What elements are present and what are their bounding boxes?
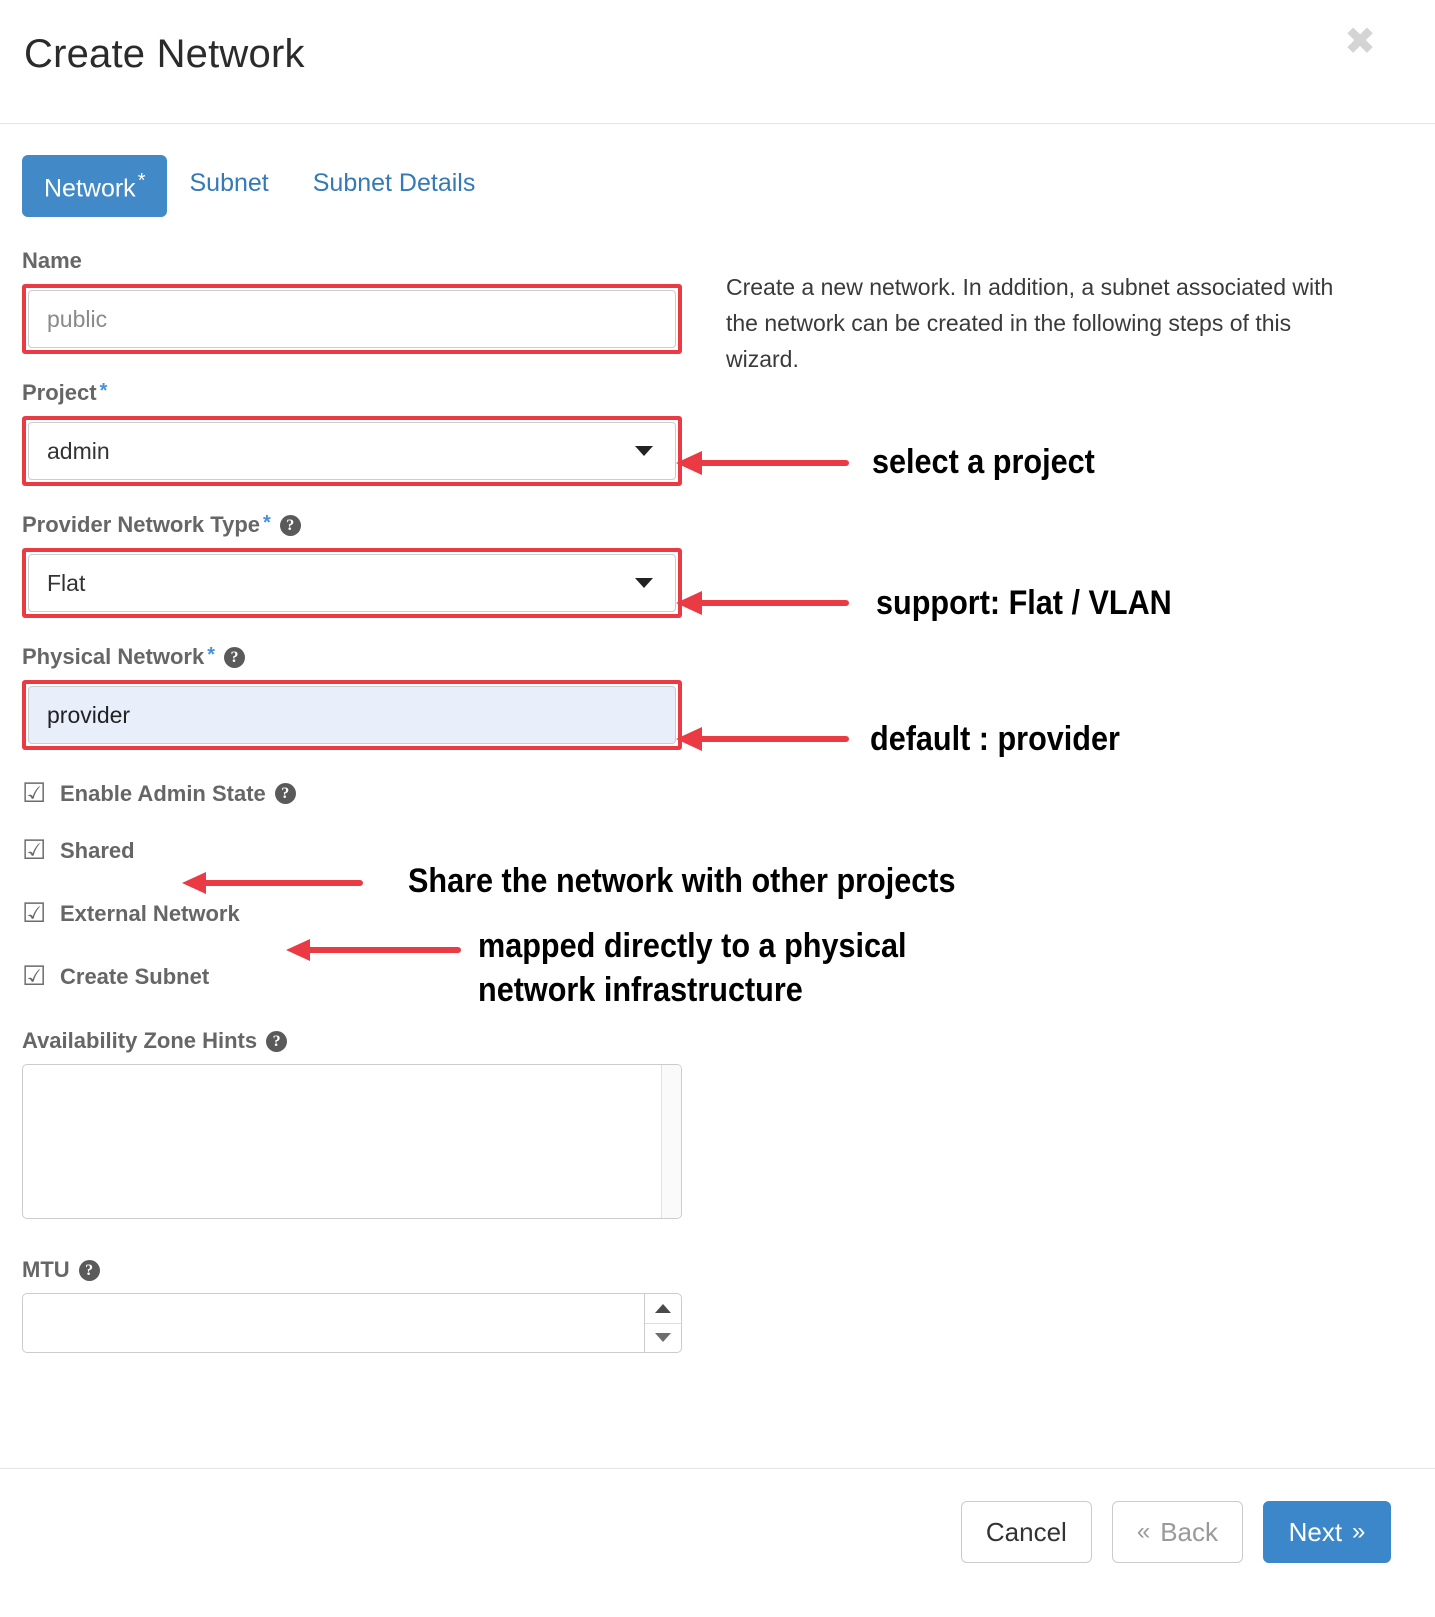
help-icon[interactable]: ?: [78, 1259, 100, 1281]
project-select[interactable]: admin: [28, 422, 676, 480]
chevron-left-icon: «: [1136, 1518, 1151, 1545]
annotation-external-network-note: mapped directly to a physical network in…: [478, 927, 907, 1010]
name-input[interactable]: public: [28, 290, 676, 348]
checkbox-external-network[interactable]: ☑ External Network: [22, 900, 682, 927]
mtu-input[interactable]: [22, 1293, 644, 1353]
name-label: Name: [22, 248, 82, 273]
availability-zone-hints-label-row: Availability Zone Hints ?: [22, 1028, 682, 1054]
back-button-label: Back: [1160, 1516, 1218, 1547]
required-asterisk: *: [99, 380, 108, 402]
project-label: Project: [22, 380, 97, 405]
textarea-resize-handle[interactable]: [661, 1065, 681, 1218]
help-icon[interactable]: ?: [274, 783, 296, 804]
modal-header: Create Network ✖: [0, 0, 1435, 124]
physical-network-input[interactable]: provider: [28, 686, 676, 744]
triangle-up-icon: [655, 1303, 671, 1313]
mtu-label: MTU: [22, 1257, 70, 1282]
close-icon[interactable]: ✖: [1343, 22, 1377, 60]
help-icon[interactable]: ?: [279, 514, 301, 536]
required-asterisk: *: [207, 644, 215, 666]
provider-network-type-value: Flat: [47, 569, 86, 596]
tab-network[interactable]: Network *: [22, 155, 168, 218]
field-physical-network: Physical Network * ? provider: [22, 644, 682, 750]
physical-network-label: Physical Network: [22, 644, 205, 669]
help-icon[interactable]: ?: [223, 646, 245, 668]
modal-footer: Cancel « Back Next »: [0, 1468, 1435, 1617]
project-highlight-box: admin: [22, 416, 682, 486]
help-icon[interactable]: ?: [266, 1030, 288, 1052]
next-button-label: Next: [1288, 1516, 1343, 1547]
availability-zone-hints-textarea[interactable]: [22, 1064, 682, 1219]
chevron-right-icon: »: [1352, 1518, 1366, 1545]
page-title: Create Network: [24, 32, 305, 76]
mtu-stepper: [22, 1293, 682, 1353]
name-highlight-box: public: [22, 284, 682, 354]
annotation-project-note: select a project: [872, 443, 1095, 481]
checkbox-checked-icon[interactable]: ☑: [22, 900, 50, 927]
field-provider-network-type: Provider Network Type * ? Flat: [22, 512, 682, 618]
checkbox-checked-icon[interactable]: ☑: [22, 963, 50, 990]
checkbox-external-network-label: External Network: [60, 900, 240, 926]
checkbox-checked-icon[interactable]: ☑: [22, 780, 50, 807]
wizard-description: Create a new network. In addition, a sub…: [726, 274, 1334, 372]
annotation-arrow-shared: [182, 871, 363, 894]
next-button[interactable]: Next »: [1263, 1501, 1391, 1563]
availability-zone-hints-label: Availability Zone Hints: [22, 1028, 258, 1053]
checkbox-create-subnet-label: Create Subnet: [60, 963, 210, 989]
project-label-row: Project *: [22, 380, 682, 406]
annotation-arrow-physical-network: [676, 727, 849, 751]
field-name: Name public: [22, 248, 682, 354]
annotation-arrow-external-network: [286, 938, 461, 961]
name-label-row: Name: [22, 248, 682, 274]
field-availability-zone-hints: Availability Zone Hints ?: [22, 1028, 682, 1219]
provider-network-type-label-row: Provider Network Type * ?: [22, 512, 682, 538]
required-asterisk: *: [137, 170, 146, 192]
field-mtu: MTU ?: [22, 1257, 682, 1353]
project-select-value: admin: [47, 437, 110, 464]
physical-network-label-row: Physical Network * ?: [22, 644, 682, 670]
mtu-spinner: [644, 1293, 682, 1353]
checkbox-enable-admin-state[interactable]: ☑ Enable Admin State ?: [22, 780, 682, 807]
wizard-tabs: Network * Subnet Subnet Details: [22, 155, 498, 218]
annotation-arrow-network-type: [676, 591, 849, 615]
tab-subnet[interactable]: Subnet: [167, 155, 290, 212]
physical-network-highlight-box: provider: [22, 680, 682, 750]
checkbox-shared-label: Shared: [60, 837, 135, 863]
checkbox-shared[interactable]: ☑ Shared: [22, 837, 682, 864]
required-asterisk: *: [263, 512, 271, 534]
provider-network-type-label: Provider Network Type: [22, 512, 260, 537]
footer-buttons: Cancel « Back Next »: [960, 1501, 1391, 1563]
chevron-down-icon: [635, 578, 653, 588]
checkbox-checked-icon[interactable]: ☑: [22, 837, 50, 864]
chevron-down-icon: [635, 446, 653, 456]
provider-network-type-highlight-box: Flat: [22, 548, 682, 618]
mtu-decrement-button[interactable]: [645, 1322, 681, 1353]
network-form: Name public Project * admin Provider Net…: [22, 248, 682, 1379]
annotation-network-type-note: support: Flat / VLAN: [876, 584, 1172, 622]
triangle-down-icon: [655, 1333, 671, 1343]
annotation-arrow-project: [676, 451, 849, 475]
checkbox-enable-admin-state-label: Enable Admin State: [60, 780, 266, 806]
tab-subnet-details[interactable]: Subnet Details: [291, 155, 498, 212]
mtu-increment-button[interactable]: [645, 1294, 681, 1323]
back-button[interactable]: « Back: [1111, 1501, 1243, 1563]
mtu-label-row: MTU ?: [22, 1257, 682, 1283]
annotation-shared-note: Share the network with other projects: [408, 862, 956, 900]
field-project: Project * admin: [22, 380, 682, 486]
tab-network-label: Network: [44, 174, 136, 203]
annotation-physical-network-note: default : provider: [870, 720, 1120, 758]
provider-network-type-select[interactable]: Flat: [28, 554, 676, 612]
cancel-button[interactable]: Cancel: [960, 1501, 1092, 1563]
